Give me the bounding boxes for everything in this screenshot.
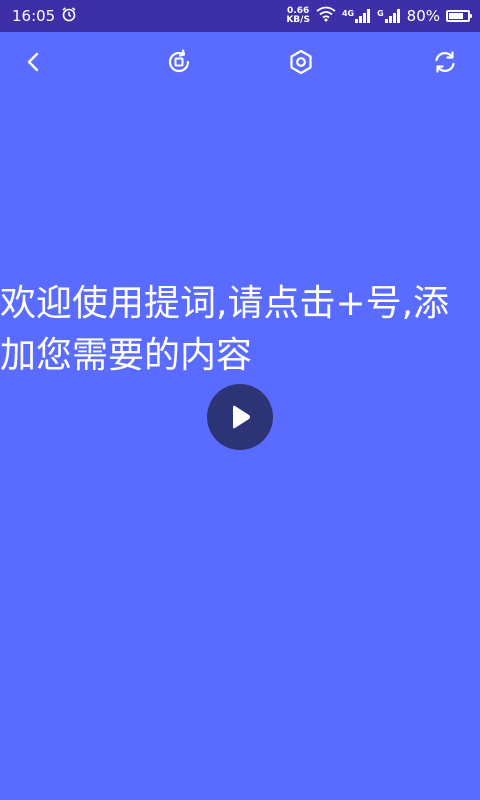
play-icon — [233, 405, 250, 429]
toolbar — [0, 32, 480, 92]
alarm-icon — [61, 6, 77, 26]
network-type-label: 4G — [341, 9, 355, 18]
status-time: 16:05 — [12, 7, 56, 25]
app-screen: 16:05 0.66 KB/S 4G G 80% 欢迎使用提词,请点击+号,添加… — [0, 0, 480, 800]
signal-bars-icon — [355, 9, 371, 23]
back-button[interactable] — [16, 44, 52, 80]
battery-fill — [449, 13, 463, 19]
signal-sim1: 4G — [342, 9, 371, 23]
network-speed: 0.66 KB/S — [286, 7, 310, 25]
play-button[interactable] — [207, 384, 273, 450]
refresh-button[interactable] — [427, 44, 463, 80]
settings-button[interactable] — [283, 44, 319, 80]
battery-percent: 80% — [406, 7, 440, 25]
wifi-icon — [316, 6, 336, 26]
signal-sim2: G — [377, 9, 401, 23]
back-arrow-icon — [27, 52, 39, 72]
battery-icon — [446, 10, 472, 22]
net-speed-unit: KB/S — [286, 15, 310, 25]
status-bar: 16:05 0.66 KB/S 4G G 80% — [0, 0, 480, 32]
refresh-icon — [435, 51, 455, 73]
rotate-screen-button[interactable] — [161, 44, 197, 80]
screen-rotate-icon — [168, 49, 190, 73]
signal-bars-2-icon — [384, 9, 400, 23]
hexagon-settings-icon — [290, 49, 312, 75]
teleprompter-text: 欢迎使用提词,请点击+号,添加您需要的内容 — [0, 283, 450, 376]
sim2-label: G — [377, 9, 384, 18]
